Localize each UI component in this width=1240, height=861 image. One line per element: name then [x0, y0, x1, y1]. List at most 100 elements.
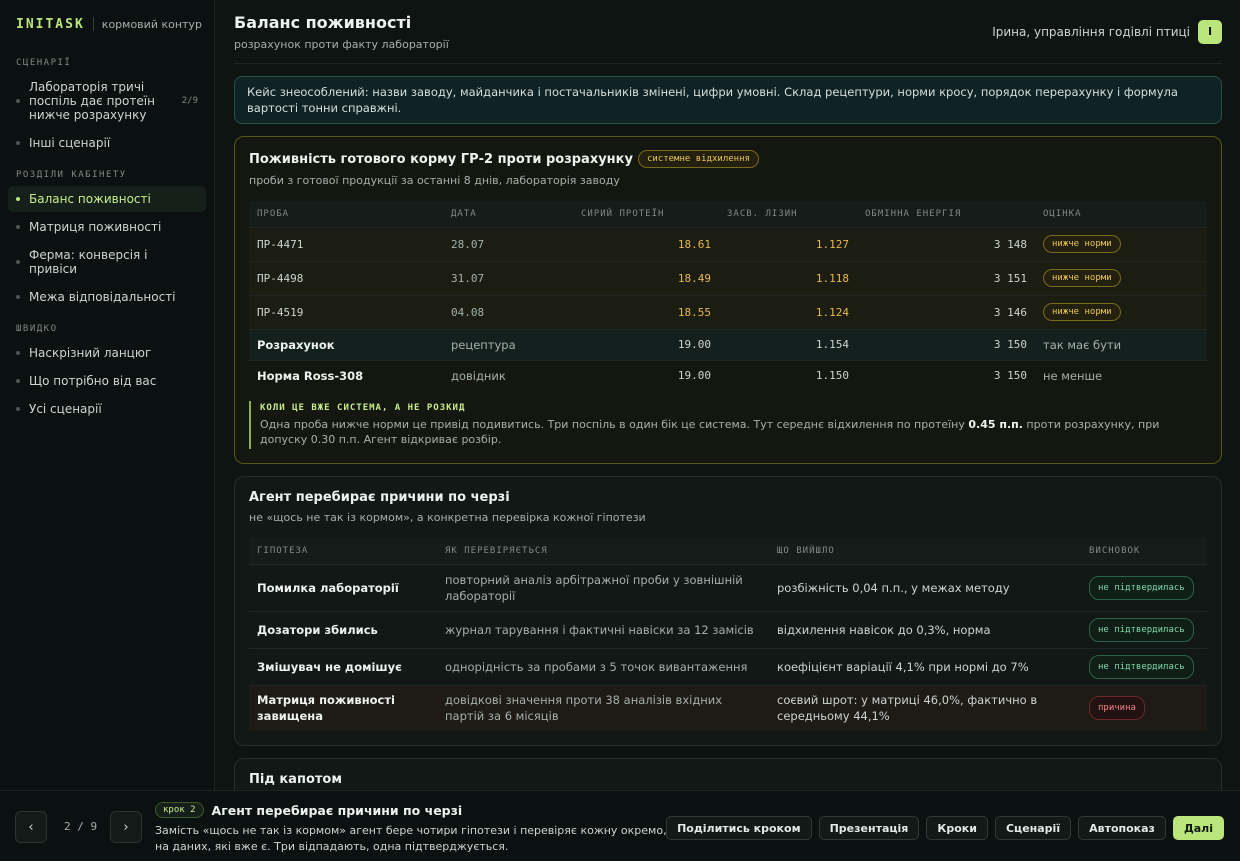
sample-date: довідник	[443, 359, 573, 391]
table-row[interactable]: ПР-4519 04.08 18.55 1.124 3 146 нижче но…	[249, 294, 1207, 329]
status-badge: нижче норми	[1043, 235, 1121, 253]
status-badge: не підтвердилась	[1089, 575, 1194, 600]
check-method: повторний аналіз арбітражної проби у зов…	[437, 563, 769, 611]
protein-value: 18.61	[573, 226, 719, 261]
column-header: ПРОБА	[249, 201, 443, 227]
verdict-cell: причина	[1081, 684, 1207, 731]
bullet-icon	[16, 99, 20, 103]
column-header: ОЦІНКА	[1035, 201, 1207, 227]
sample-date: рецептура	[443, 328, 573, 360]
energy-value: 3 146	[857, 294, 1035, 329]
column-header: ДАТА	[443, 201, 573, 227]
table-row-calculation[interactable]: Розрахунок рецептура 19.00 1.154 3 150 т…	[249, 328, 1207, 360]
share-step-button[interactable]: Поділитись кроком	[666, 816, 812, 840]
table-row[interactable]: Помилка лабораторії повторний аналіз арб…	[249, 563, 1207, 611]
user-menu[interactable]: Ірина, управління годівлі птиці І	[992, 19, 1222, 44]
sidebar-item-what-needed[interactable]: Що потрібно від вас	[8, 368, 206, 394]
status-badge: системне відхилення	[637, 150, 759, 168]
table-header-row: ПРОБА ДАТА СИРИЙ ПРОТЕЇН ЗАСВ. ЛІЗИН ОБМ…	[249, 201, 1207, 227]
column-header: СИРИЙ ПРОТЕЇН	[573, 201, 719, 227]
check-result: соєвий шрот: у матриці 46,0%, фактично в…	[769, 684, 1081, 731]
sidebar-item-farm-conversion[interactable]: Ферма: конверсія і привіси	[8, 242, 206, 282]
sidebar-item-other-scenarios[interactable]: Інші сценарії	[8, 130, 206, 156]
sidebar-section-cabinet: РОЗДІЛИ КАБІНЕТУ	[16, 170, 127, 180]
avatar[interactable]: І	[1198, 19, 1222, 44]
bullet-icon	[16, 351, 20, 355]
sidebar-item-label: Баланс поживності	[29, 192, 151, 206]
anonymized-notice: Кейс знеособлений: назви заводу, майданч…	[234, 76, 1222, 124]
grade-cell: нижче норми	[1035, 226, 1207, 261]
sample-id: ПР-4498	[249, 260, 443, 295]
verdict-cell: не підтвердилась	[1081, 610, 1207, 648]
table-row[interactable]: ПР-4498 31.07 18.49 1.118 3 151 нижче но…	[249, 260, 1207, 295]
sample-date: 04.08	[443, 294, 573, 329]
column-header: ЩО ВИЙШЛО	[769, 538, 1081, 564]
sidebar-item-nutrient-matrix[interactable]: Матриця поживності	[8, 214, 206, 240]
column-header: ВИСНОВОК	[1081, 538, 1207, 564]
brand-subtitle: кормовий контур	[101, 17, 202, 31]
sidebar-item-end-to-end[interactable]: Наскрізний ланцюг	[8, 340, 206, 366]
prev-step-button[interactable]: ‹	[15, 811, 47, 843]
table-row[interactable]: Дозатори збились журнал тарування і факт…	[249, 610, 1207, 648]
step-info: крок 2 Агент перебирає причини по черзі …	[155, 802, 680, 855]
step-description: Замість «щось не так із кормом» агент бе…	[155, 824, 667, 853]
next-step-arrow-button[interactable]: ›	[110, 811, 142, 843]
table-header-row: ГІПОТЕЗА ЯК ПЕРЕВІРЯЄТЬСЯ ЩО ВИЙШЛО ВИСН…	[249, 538, 1207, 564]
status-badge: не підтвердилась	[1089, 654, 1194, 679]
lysine-value: 1.124	[719, 294, 857, 329]
check-method: однорідність за пробами з 5 точок вивант…	[437, 647, 769, 685]
table-row-norm[interactable]: Норма Ross-308 довідник 19.00 1.150 3 15…	[249, 359, 1207, 391]
step-badge: крок 2	[155, 802, 204, 818]
column-header: ЯК ПЕРЕВІРЯЄТЬСЯ	[437, 538, 769, 564]
sample-id: Розрахунок	[249, 328, 443, 360]
card-subtitle: не «щось не так із кормом», а конкретна …	[249, 511, 646, 524]
samples-table: ПРОБА ДАТА СИРИЙ ПРОТЕЇН ЗАСВ. ЛІЗИН ОБМ…	[249, 201, 1207, 391]
sidebar-item-all-scenarios[interactable]: Усі сценарії	[8, 396, 206, 422]
sidebar-item-responsibility[interactable]: Межа відповідальності	[8, 284, 206, 310]
table-row-cause[interactable]: Матриця поживності завищена довідкові зн…	[249, 684, 1207, 731]
sample-date: 31.07	[443, 260, 573, 295]
verdict-cell: не підтвердилась	[1081, 563, 1207, 611]
brand-logo[interactable]: INITASK	[16, 17, 85, 32]
card-title: Агент перебирає причини по черзі	[249, 490, 510, 505]
check-result: розбіжність 0,04 п.п., у межах методу	[769, 563, 1081, 611]
chevron-left-icon: ‹	[28, 819, 34, 835]
status-badge: нижче норми	[1043, 269, 1121, 287]
card-title: Поживність готового корму ГР-2 проти роз…	[249, 151, 633, 167]
callout-title: КОЛИ ЦЕ ВЖЕ СИСТЕМА, А НЕ РОЗКИД	[260, 403, 466, 413]
grade-text: не менше	[1035, 359, 1207, 391]
status-badge: нижче норми	[1043, 303, 1121, 321]
steps-button[interactable]: Кроки	[926, 816, 988, 840]
sidebar-section-scenarios: СЦЕНАРІЇ	[16, 58, 72, 68]
protein-value: 19.00	[573, 359, 719, 391]
sidebar-item-nutrient-balance[interactable]: Баланс поживності	[8, 186, 206, 212]
energy-value: 3 148	[857, 226, 1035, 261]
energy-value: 3 151	[857, 260, 1035, 295]
presentation-button[interactable]: Презентація	[818, 816, 920, 840]
table-row[interactable]: ПР-4471 28.07 18.61 1.127 3 148 нижче но…	[249, 226, 1207, 261]
sidebar: INITASK кормовий контур СЦЕНАРІЇ Лаборат…	[0, 0, 215, 790]
energy-value: 3 150	[857, 328, 1035, 360]
step-footer: ‹ 2 / 9 › крок 2 Агент перебирає причини…	[0, 790, 1240, 861]
sidebar-item-label: Матриця поживності	[29, 220, 162, 234]
brand: INITASK кормовий контур	[8, 0, 206, 48]
energy-value: 3 150	[857, 359, 1035, 391]
autoplay-button[interactable]: Автопоказ	[1078, 816, 1166, 840]
sample-id: ПР-4519	[249, 294, 443, 329]
grade-cell: нижче норми	[1035, 260, 1207, 295]
bullet-icon	[16, 295, 20, 299]
check-result: відхилення навісок до 0,3%, норма	[769, 610, 1081, 648]
brand-divider	[92, 17, 94, 31]
scenarios-button[interactable]: Сценарії	[994, 816, 1072, 840]
bullet-icon	[16, 197, 20, 201]
column-header: ЗАСВ. ЛІЗИН	[719, 201, 857, 227]
sidebar-section-quick: ШВИДКО	[16, 324, 58, 334]
sidebar-item-scenario-lab[interactable]: Лабораторія тричі поспіль дає протеїн ни…	[8, 74, 206, 128]
callout-text: Одна проба нижче норми це привід подивит…	[260, 418, 1160, 446]
table-row[interactable]: Змішувач не домішує однорідність за проб…	[249, 647, 1207, 685]
user-name: Ірина, управління годівлі птиці	[992, 24, 1190, 39]
check-result: коефіцієнт варіації 4,1% при нормі до 7%	[769, 647, 1081, 685]
next-button[interactable]: Далі	[1172, 816, 1224, 840]
sidebar-item-label: Інші сценарії	[29, 136, 111, 150]
sidebar-item-label: Ферма: конверсія і привіси	[29, 248, 148, 276]
